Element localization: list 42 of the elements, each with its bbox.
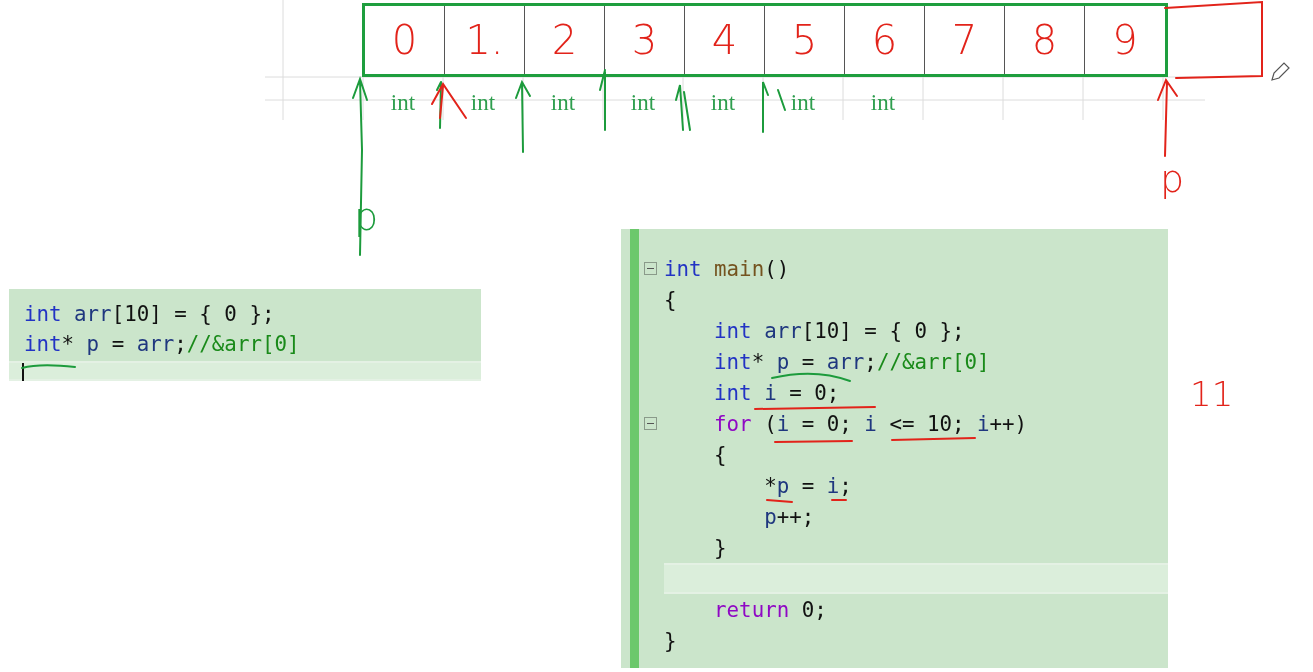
collapse-icon[interactable] [644, 417, 657, 430]
table-cell: 5 [765, 6, 845, 74]
type-label: int [790, 89, 816, 117]
code-line: int arr[10] = { 0 }; [24, 301, 275, 328]
table-cell: 2 [525, 6, 605, 74]
table-cell: 3 [605, 6, 685, 74]
type-label: int [870, 89, 896, 117]
code-line: return 0; [714, 598, 827, 621]
underline-drawing [766, 499, 793, 503]
table-cell-text: 9 [1111, 16, 1139, 65]
code-line: int main() [664, 257, 790, 280]
code-line: } [714, 536, 727, 559]
pencil-icon [1271, 62, 1290, 81]
table-cell: 6 [845, 6, 925, 74]
code-line: int arr[10] = { 0 }; [714, 319, 965, 342]
table-cell: 8 [1005, 6, 1085, 74]
table-cell: 1. [445, 6, 525, 74]
underline-drawing [831, 499, 847, 501]
type-label: int [710, 89, 736, 117]
pointer-label: p [1160, 158, 1185, 200]
table-cell: 0 [365, 6, 445, 74]
type-label: int [550, 89, 576, 117]
code-line: } [664, 629, 677, 652]
type-label: int [390, 89, 416, 117]
code-line: *p = i; [764, 474, 852, 497]
text-cursor [22, 363, 24, 381]
code-line: { [714, 443, 727, 466]
table-cell: 7 [925, 6, 1005, 74]
underline-drawing [21, 364, 76, 369]
handwritten-note: 11 [1190, 374, 1234, 414]
code-line: p++; [764, 505, 815, 528]
code-line: int* p = arr;//&arr[0] [24, 331, 300, 358]
arrow-drawing [675, 84, 691, 131]
type-label: int [470, 89, 496, 117]
type-label: int [630, 89, 656, 117]
code-line: { [664, 288, 677, 311]
code-line: int i = 0; [714, 381, 840, 404]
arrow-drawing [762, 81, 786, 133]
collapse-icon[interactable] [644, 262, 657, 275]
code-line: for (i = 0; i <= 10; i++) [714, 412, 1028, 435]
table-cell: 4 [685, 6, 765, 74]
code-line: int* p = arr;//&arr[0] [714, 350, 990, 373]
